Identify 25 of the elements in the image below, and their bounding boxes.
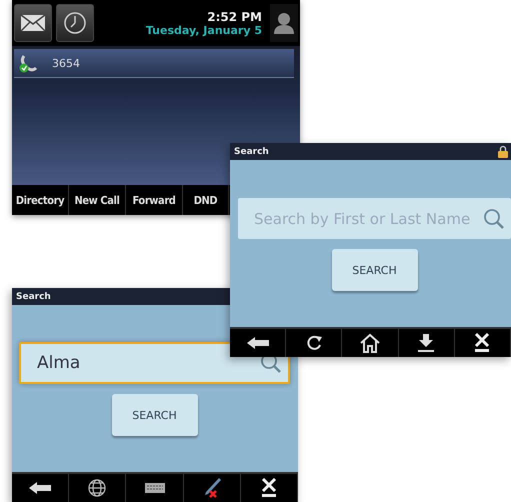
lock-icon [498,145,508,158]
search-button[interactable]: SEARCH [332,249,418,291]
clock-icon [63,11,87,35]
screen-title: Search [16,292,51,302]
screen-title: Search [234,146,269,156]
person-icon [274,12,294,34]
close-icon [260,478,277,498]
clock-button[interactable] [56,4,94,42]
date-text: Tuesday, January 5 [146,24,262,36]
back-arrow-icon [29,482,52,494]
home-icon [359,333,381,353]
search-icon [483,208,505,230]
download-icon [416,333,436,353]
line-number: 3654 [52,56,80,70]
search-button[interactable]: SEARCH [112,394,198,436]
keyboard-icon [144,483,164,493]
search-field[interactable]: Alma [19,342,290,384]
time-text: 2:52 PM [207,10,262,24]
close-icon [474,333,490,353]
globe-icon [87,478,108,498]
back-arrow-icon [246,337,269,349]
messages-button[interactable] [14,4,52,42]
refresh-icon [304,334,323,352]
line-key[interactable]: 3654 [14,49,294,78]
envelope-icon [20,14,46,32]
